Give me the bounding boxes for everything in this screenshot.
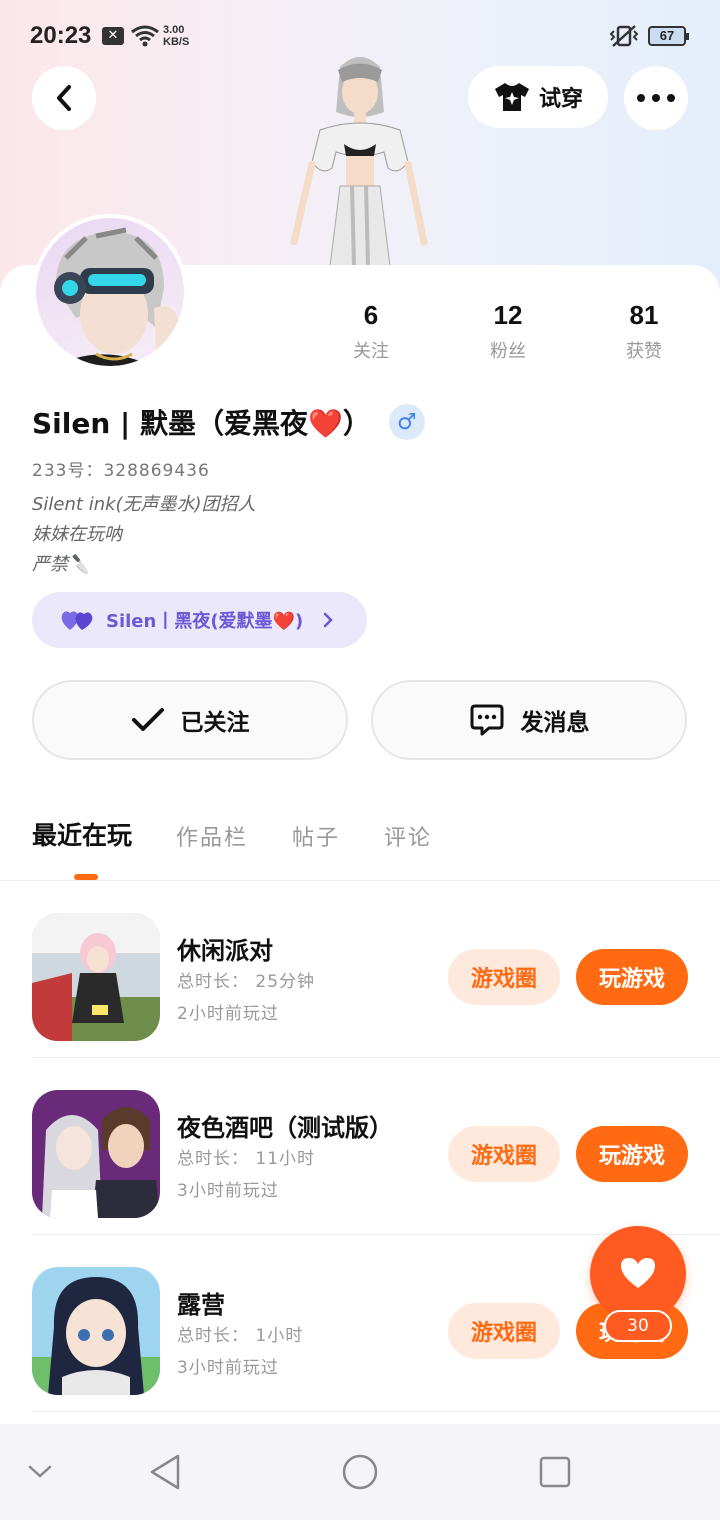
game-list-item[interactable]: 夜色酒吧（测试版） 总时长： 11小时 3小时前玩过 游戏圈 玩游戏 (0, 1058, 720, 1235)
back-button[interactable] (32, 66, 96, 130)
game-icon[interactable] (32, 1267, 160, 1395)
avatar[interactable] (32, 214, 188, 370)
chevron-down-icon (28, 1465, 52, 1478)
chat-bubble-icon (470, 704, 503, 736)
game-circle-button[interactable]: 游戏圈 (448, 1303, 560, 1359)
game-icon[interactable] (32, 1090, 160, 1218)
send-message-button[interactable]: 发消息 (371, 680, 687, 760)
game-title: 夜色酒吧（测试版） (177, 1114, 393, 1142)
stat-fans[interactable]: 12 粉丝 (458, 300, 558, 363)
bio-line: Silent ink(无声墨水)团招人 (32, 494, 256, 515)
likes-count: 81 (629, 300, 659, 330)
tab-recently-played[interactable]: 最近在玩 (32, 816, 132, 852)
tshirt-icon (494, 83, 529, 111)
bio-line: 妹妹在玩呐 (32, 524, 122, 545)
divider (32, 1411, 720, 1412)
square-recents-icon (539, 1456, 571, 1488)
relationship-badge[interactable]: Silen丨黑夜(爱默墨❤️) (32, 592, 367, 648)
user-bio: Silent ink(无声墨水)团招人 妹妹在玩呐 严禁🔪 (32, 490, 256, 580)
game-title: 露营 (177, 1291, 225, 1319)
play-game-button[interactable]: 玩游戏 (576, 949, 688, 1005)
game-title: 休闲派对 (177, 937, 273, 965)
following-count: 6 (363, 300, 379, 330)
system-nav-bar (0, 1424, 720, 1520)
game-circle-button[interactable]: 游戏圈 (448, 1126, 560, 1182)
battery-indicator: 67 (648, 26, 689, 46)
name-row: Silen | 默墨（爱黑夜❤️） ♂ (32, 402, 425, 442)
game-last-played: 3小时前玩过 (177, 1358, 279, 1378)
game-last-played: 3小时前玩过 (177, 1181, 279, 1201)
game-list-item[interactable]: 休闲派对 总时长： 25分钟 2小时前玩过 游戏圈 玩游戏 (0, 881, 720, 1058)
nav-back-button[interactable] (140, 1424, 190, 1520)
avatar-3d-figure[interactable] (280, 52, 440, 266)
triangle-back-icon (150, 1454, 180, 1490)
play-game-button[interactable]: 玩游戏 (576, 1126, 688, 1182)
game-circle-button[interactable]: 游戏圈 (448, 949, 560, 1005)
network-speed: 3.00 KB/S (163, 24, 190, 48)
vibrate-icon (609, 25, 639, 47)
tab-comments[interactable]: 评论 (384, 820, 432, 852)
user-id[interactable]: 233号：328869436 (32, 456, 210, 481)
tab-works[interactable]: 作品栏 (176, 820, 248, 852)
fans-count: 12 (493, 300, 523, 330)
game-last-played: 2小时前玩过 (177, 1004, 279, 1024)
chevron-right-icon (323, 612, 333, 628)
double-heart-icon (61, 611, 93, 630)
game-duration: 总时长： 11小时 (177, 1149, 316, 1169)
send-message-label: 发消息 (520, 710, 590, 736)
more-dots-icon (637, 94, 675, 102)
bio-line: 严禁🔪 (32, 554, 91, 575)
try-on-button[interactable]: 试穿 (468, 66, 608, 128)
game-duration: 总时长： 1小时 (177, 1326, 304, 1346)
check-icon (131, 708, 164, 731)
stat-likes[interactable]: 81 获赞 (594, 300, 694, 363)
followed-label: 已关注 (180, 710, 250, 736)
profile-tabs: 最近在玩 作品栏 帖子 评论 (32, 816, 432, 852)
user-name: Silen | 默墨（爱黑夜❤️） (32, 407, 371, 440)
try-on-label: 试穿 (538, 87, 583, 112)
tab-posts[interactable]: 帖子 (292, 820, 340, 852)
wifi-icon (131, 25, 159, 47)
notification-x-icon: ✕ (102, 27, 124, 45)
gender-male-icon: ♂ (388, 404, 425, 440)
game-icon[interactable] (32, 913, 160, 1041)
heart-icon (621, 1258, 655, 1288)
like-count-badge: 30 (604, 1310, 672, 1342)
following-label: 关注 (353, 341, 389, 362)
fans-label: 粉丝 (490, 341, 526, 362)
chevron-left-icon (57, 85, 71, 111)
more-options-button[interactable] (624, 66, 688, 130)
circle-home-icon (342, 1454, 378, 1490)
stat-following[interactable]: 6 关注 (321, 300, 421, 363)
nav-recents-button[interactable] (530, 1424, 580, 1520)
relationship-text: Silen丨黑夜(爱默墨❤️) (106, 611, 304, 632)
status-time: 20:23 (30, 22, 92, 49)
nav-collapse-button[interactable] (20, 1424, 60, 1520)
likes-label: 获赞 (626, 341, 662, 362)
like-fab-button[interactable] (590, 1226, 686, 1322)
game-duration: 总时长： 25分钟 (177, 972, 316, 992)
nav-home-button[interactable] (335, 1424, 385, 1520)
avatar-image (36, 218, 184, 366)
followed-button[interactable]: 已关注 (32, 680, 348, 760)
